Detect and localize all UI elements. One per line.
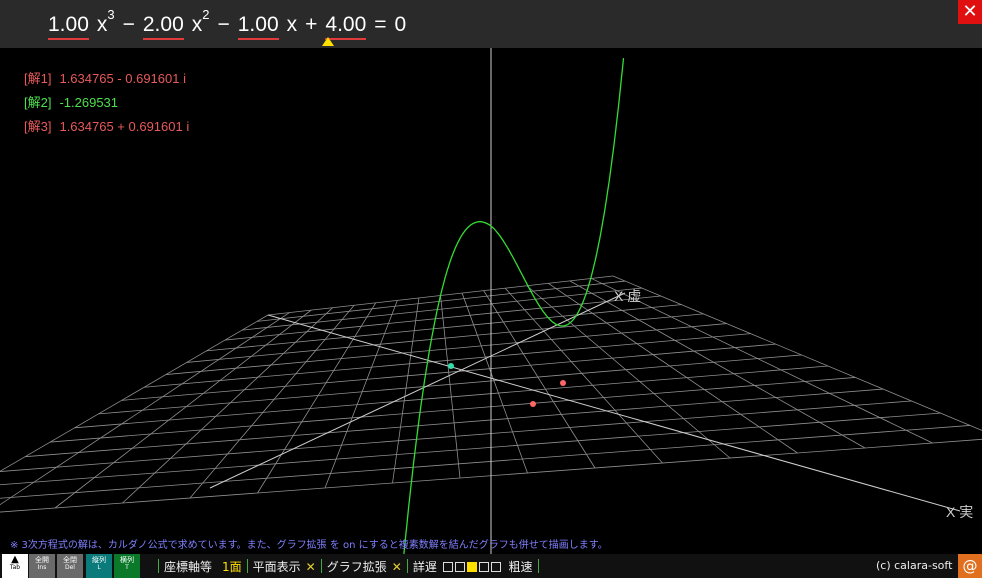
expand-all-button[interactable]: 全開 Ins bbox=[29, 554, 55, 578]
speed-box-1-icon[interactable] bbox=[442, 562, 453, 572]
grid-line bbox=[526, 285, 731, 459]
del-key-hint: Del bbox=[65, 564, 75, 571]
graph-extension-label: グラフ拡張 bbox=[326, 559, 387, 574]
x-squared-variable: x bbox=[191, 13, 203, 36]
speed-box-3-icon[interactable] bbox=[466, 562, 477, 572]
grid-line bbox=[461, 292, 528, 474]
close-button[interactable]: ✕ bbox=[958, 0, 982, 24]
solution-3: [解3] 1.634765 + 0.691601 i bbox=[24, 118, 189, 142]
coefficient-a[interactable]: 1.00 bbox=[48, 12, 89, 40]
tab-toggle-button[interactable]: ▲ Tab bbox=[2, 554, 28, 578]
grid-line bbox=[483, 290, 596, 469]
expand-all-label: 全開 bbox=[35, 556, 49, 564]
vertical-layout-label: 縦列 bbox=[92, 556, 106, 564]
grid-line bbox=[569, 280, 866, 449]
grid-line bbox=[0, 425, 971, 499]
grid-line bbox=[612, 275, 982, 431]
x-imag-axis-label: X 虚 bbox=[614, 288, 641, 304]
ins-key-hint: Ins bbox=[37, 564, 47, 571]
solution-1: [解1] 1.634765 - 0.691601 i bbox=[24, 70, 189, 94]
operator-3: + bbox=[305, 13, 318, 36]
selected-term-caret-icon bbox=[322, 37, 334, 46]
solution-2-value: -1.269531 bbox=[59, 95, 119, 110]
plane-display-off-icon: ✕ bbox=[305, 559, 316, 574]
coefficient-b[interactable]: 2.00 bbox=[142, 12, 184, 40]
exponent-2: 2 bbox=[202, 7, 210, 22]
grid-line bbox=[122, 307, 333, 504]
collapse-all-label: 全閉 bbox=[63, 556, 77, 564]
vertical-layout-button[interactable]: 縦列 L bbox=[86, 554, 112, 578]
real-root-marker bbox=[448, 363, 454, 369]
copyright: (c) calara-soft bbox=[876, 559, 953, 572]
menu-axes[interactable]: 座標軸等 bbox=[159, 558, 217, 575]
plane-display-label: 平面表示 bbox=[252, 559, 301, 574]
x-variable: x bbox=[286, 13, 298, 36]
equation: 1.00 x 3 − 2.00 x 2 − 1.00 x + 4.00 = 0 bbox=[48, 8, 406, 42]
rough-label: 粗速 bbox=[508, 559, 533, 574]
grid-line bbox=[25, 388, 884, 458]
x-imag-axis bbox=[209, 292, 626, 489]
x-cubed-variable: x bbox=[96, 13, 108, 36]
horizontal-layout-label: 横列 bbox=[120, 556, 134, 564]
complex-root-marker-2 bbox=[530, 401, 536, 407]
solutions-list: [解1] 1.634765 - 0.691601 i [解2] -1.269531 … bbox=[24, 70, 189, 142]
speed-box-5-icon[interactable] bbox=[490, 562, 501, 572]
horizontal-layout-button[interactable]: 横列 T bbox=[114, 554, 140, 578]
grid-line bbox=[548, 282, 798, 454]
menu-face[interactable]: 1面 bbox=[217, 558, 247, 575]
tab-key-hint: Tab bbox=[9, 564, 21, 571]
speed-box-2-icon[interactable] bbox=[454, 562, 465, 572]
solution-3-value: 1.634765 + 0.691601 i bbox=[59, 119, 190, 134]
coefficient-d[interactable]: 4.00 bbox=[325, 12, 367, 40]
at-icon[interactable]: @ bbox=[958, 554, 982, 578]
complex-root-marker-1 bbox=[560, 380, 566, 386]
grid-line bbox=[591, 278, 933, 444]
grid-line bbox=[0, 312, 290, 506]
menu-divider bbox=[537, 559, 539, 573]
speed-box-4-icon[interactable] bbox=[478, 562, 489, 572]
grid-line bbox=[0, 314, 269, 472]
solution-2: [解2] -1.269531 bbox=[24, 94, 189, 118]
exponent-3: 3 bbox=[107, 7, 115, 22]
graph-extension-off-icon: ✕ bbox=[391, 559, 402, 574]
menu-plane-display[interactable]: 平面表示 ✕ bbox=[248, 558, 321, 575]
x-real-axis-label: X 実 bbox=[946, 504, 973, 520]
solution-1-label: [解1] bbox=[24, 71, 52, 86]
operator-2: − bbox=[217, 13, 230, 36]
x-real-axis bbox=[267, 314, 961, 512]
bottom-menu: 座標軸等 1面 平面表示 ✕ グラフ拡張 ✕ 詳遅 粗速 bbox=[158, 554, 539, 578]
info-note: ※ 3次方程式の解は、カルダノ公式で求めています。また、グラフ拡張 を on に… bbox=[10, 540, 608, 551]
right-hand-side: 0 bbox=[394, 13, 407, 36]
collapse-all-button[interactable]: 全閉 Del bbox=[57, 554, 83, 578]
operator-1: − bbox=[122, 13, 135, 36]
t-key-hint: T bbox=[125, 564, 129, 571]
solution-2-label: [解2] bbox=[24, 95, 52, 110]
equals-sign: = bbox=[374, 13, 387, 36]
grid-line bbox=[0, 412, 941, 486]
axes bbox=[209, 48, 961, 554]
grid-line bbox=[0, 400, 912, 472]
detail-label: 詳遅 bbox=[412, 559, 437, 574]
solution-3-label: [解3] bbox=[24, 119, 52, 134]
l-key-hint: L bbox=[97, 564, 101, 571]
menu-graph-extension[interactable]: グラフ拡張 ✕ bbox=[322, 558, 407, 575]
grid-line bbox=[54, 309, 312, 509]
menu-detail-speed[interactable]: 詳遅 粗速 bbox=[408, 558, 538, 575]
solution-1-value: 1.634765 - 0.691601 i bbox=[59, 71, 186, 86]
coefficient-c[interactable]: 1.00 bbox=[237, 12, 279, 40]
